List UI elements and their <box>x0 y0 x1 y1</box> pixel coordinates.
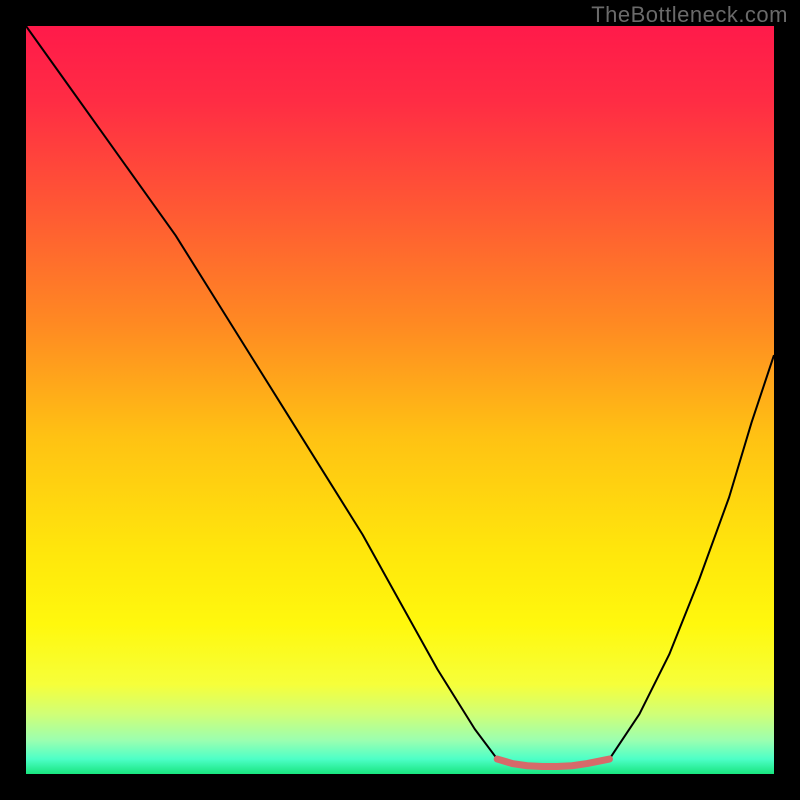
chart-background <box>26 26 774 774</box>
chart-root: TheBottleneck.com <box>0 0 800 800</box>
watermark-text: TheBottleneck.com <box>591 2 788 28</box>
chart-svg <box>26 26 774 774</box>
plot-area <box>26 26 774 774</box>
